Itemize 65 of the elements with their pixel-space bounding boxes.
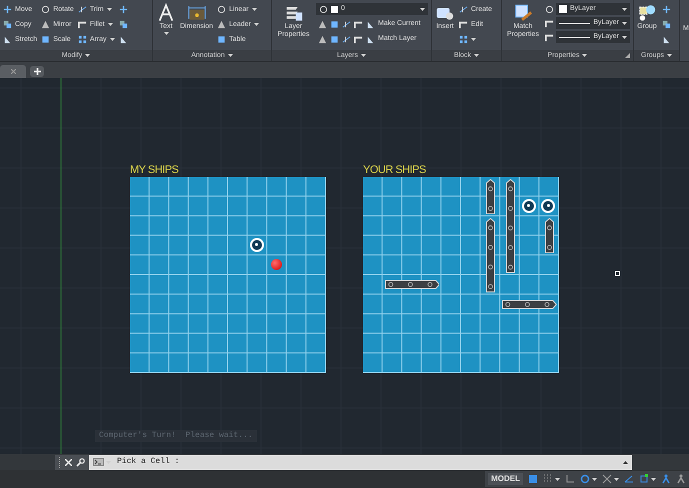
board-title: MY SHIPS	[130, 163, 180, 177]
close-icon[interactable]	[10, 69, 16, 74]
layer-tool-button[interactable]	[342, 34, 351, 44]
tool-icon	[119, 4, 128, 14]
layer-tool-button[interactable]	[354, 34, 363, 44]
tool-icon	[637, 3, 657, 22]
caret-icon	[622, 8, 627, 10]
layer-tool-button[interactable]	[330, 34, 339, 44]
layer-tool-button[interactable]	[318, 34, 327, 44]
close-icon	[65, 458, 72, 466]
tool-icon	[513, 3, 533, 22]
model-button[interactable]: MODEL	[488, 473, 523, 485]
status-toggle[interactable]	[543, 474, 560, 484]
caret-icon	[85, 54, 90, 57]
caret-icon	[228, 54, 233, 57]
layer-tool-button[interactable]	[342, 20, 351, 28]
layer-state-icon	[319, 4, 328, 14]
caret-icon	[582, 54, 588, 57]
caret-icon	[555, 478, 560, 480]
status-toggle[interactable]	[661, 474, 671, 484]
tool-button[interactable]	[118, 19, 129, 29]
new-tab-button[interactable]	[30, 66, 44, 77]
layer-tool-button[interactable]	[354, 20, 363, 28]
status-toggle[interactable]	[624, 474, 634, 484]
tool-icon	[459, 5, 468, 14]
status-toggle[interactable]	[580, 474, 597, 484]
tool-button[interactable]	[118, 4, 129, 14]
layer-icon	[342, 34, 351, 44]
status-toggle[interactable]	[639, 474, 656, 484]
board-title: YOUR SHIPS	[363, 163, 427, 177]
status-toggle[interactable]	[602, 474, 619, 484]
caret-icon	[420, 8, 425, 10]
tool-icon	[156, 3, 176, 22]
caret-icon	[666, 54, 672, 57]
layer-tool-button[interactable]	[330, 20, 339, 28]
caret-icon	[651, 478, 656, 480]
caret-icon	[622, 22, 627, 24]
caret-icon	[361, 54, 366, 57]
tool-button[interactable]	[661, 19, 671, 29]
tool-icon	[186, 3, 207, 22]
status-toggle[interactable]	[676, 474, 686, 484]
status-toggle[interactable]	[565, 474, 575, 484]
caret-icon	[474, 54, 480, 57]
caret-icon	[614, 478, 619, 480]
cursor-pickbox	[615, 271, 620, 276]
caret-icon	[592, 478, 597, 480]
close-button[interactable]	[65, 458, 72, 466]
plus-icon	[34, 68, 40, 75]
tool-button[interactable]	[661, 4, 671, 14]
tool-icon	[78, 5, 87, 14]
tool-icon	[662, 4, 670, 14]
layer-tool-button[interactable]	[318, 20, 327, 28]
tool-icon	[459, 35, 468, 44]
command-prompt-button[interactable]	[93, 458, 111, 466]
prompt-icon	[93, 458, 104, 466]
tool-icon	[459, 20, 468, 29]
status-toggle[interactable]	[528, 474, 538, 484]
layer-icon	[342, 20, 351, 28]
tool-icon	[3, 5, 12, 14]
tool-icon	[78, 20, 87, 29]
color-swatch	[331, 6, 338, 12]
dialog-launcher-icon[interactable]	[625, 53, 630, 58]
caret-icon	[622, 36, 627, 38]
tool-icon	[78, 35, 87, 44]
caret-icon[interactable]	[623, 460, 628, 464]
